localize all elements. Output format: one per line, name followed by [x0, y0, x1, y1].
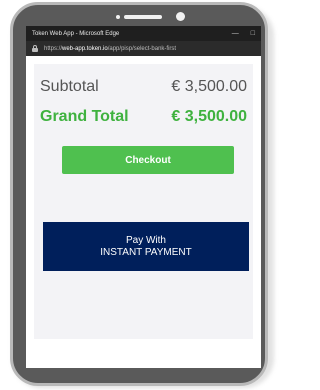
phone-screen: Token Web App - Microsoft Edge — □ https… — [26, 26, 261, 368]
pay-line-1: Pay With — [125, 234, 166, 246]
subtotal-value: € 3,500.00 — [171, 78, 247, 95]
phone-speaker — [124, 15, 162, 19]
checkout-button[interactable]: Checkout — [62, 146, 234, 174]
window-title: Token Web App - Microsoft Edge — [32, 30, 120, 37]
grand-total-value: € 3,500.00 — [171, 108, 247, 125]
maximize-button[interactable]: □ — [251, 30, 255, 37]
grand-total-row: Grand Total € 3,500.00 — [40, 108, 247, 126]
url-path: /app/pisp/select-bank-first — [107, 45, 177, 52]
subtotal-row: Subtotal € 3,500.00 — [40, 78, 247, 96]
lock-icon — [32, 45, 38, 52]
url-host: web-app.token.io — [62, 45, 108, 52]
page-content: Subtotal € 3,500.00 Grand Total € 3,500.… — [26, 56, 261, 368]
sensor-dot — [116, 15, 120, 19]
pay-with-instant-payment-button[interactable]: Pay With INSTANT PAYMENT — [43, 222, 249, 271]
grand-total-label: Grand Total — [40, 108, 129, 125]
browser-title-bar: Token Web App - Microsoft Edge — □ — [26, 26, 261, 41]
subtotal-label: Subtotal — [40, 78, 99, 95]
minimize-button[interactable]: — — [232, 30, 239, 37]
window-controls: — □ — [232, 26, 255, 41]
address-bar[interactable]: https://web-app.token.io/app/pisp/select… — [26, 41, 261, 56]
order-summary-panel: Subtotal € 3,500.00 Grand Total € 3,500.… — [34, 64, 253, 339]
url-prefix: https:// — [44, 45, 63, 52]
camera-icon — [176, 12, 185, 21]
pay-line-2: INSTANT PAYMENT — [100, 246, 192, 258]
